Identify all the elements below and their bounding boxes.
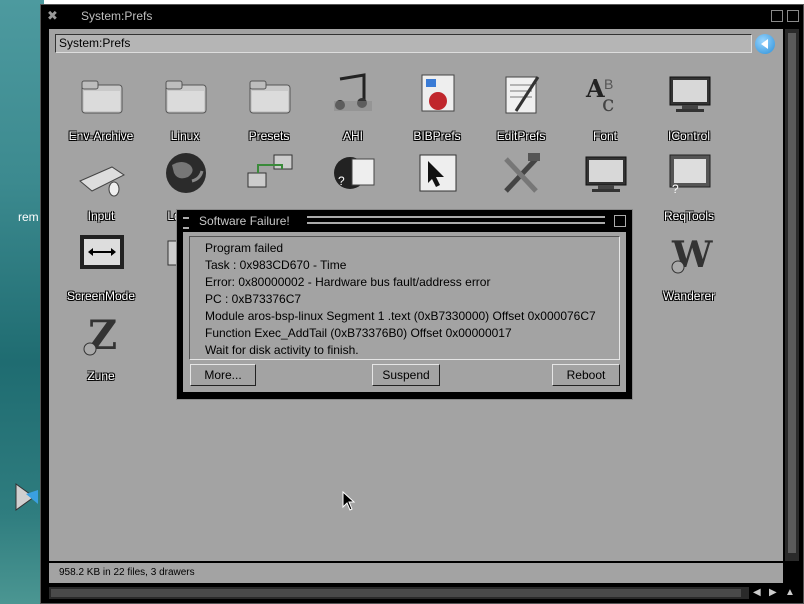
status-bar: 958.2 KB in 22 files, 3 drawers	[49, 563, 783, 583]
icon-label: Linux	[170, 129, 200, 143]
icon-label: ReqTools	[663, 209, 715, 223]
globe-icon	[166, 153, 206, 193]
software-failure-dialog: Software Failure! Program failed Task : …	[176, 209, 633, 400]
desktop-icon-label: rem	[18, 210, 39, 224]
message-line: Task : 0x983CD670 - Time	[205, 258, 347, 272]
scroll-left-icon[interactable]: ◀	[753, 587, 761, 598]
drawer-folder-icon	[249, 80, 291, 114]
drawer-icon[interactable]: EditPrefs	[479, 69, 563, 145]
icon-label: Wanderer	[662, 289, 716, 303]
title-stripe	[307, 222, 605, 224]
title-stripe	[307, 216, 605, 218]
drawer-icon[interactable]: IControl	[647, 69, 731, 145]
icon-label: Font	[592, 129, 617, 143]
drawer-folder-icon	[165, 80, 207, 114]
drawer-icon[interactable]: Ac B Font	[563, 69, 647, 145]
keyboard-mouse-icon	[79, 166, 125, 197]
svg-text:?: ?	[338, 174, 345, 188]
more-button[interactable]: More...	[190, 364, 256, 386]
monitor-icon	[669, 76, 711, 112]
drawer-icon[interactable]: W Wanderer	[647, 229, 731, 305]
icon-label: BIBPrefs	[413, 129, 461, 143]
screenmode-icon	[80, 235, 124, 269]
network-computers-icon	[247, 154, 293, 188]
horizontal-scroll-thumb[interactable]	[51, 589, 741, 597]
openurl-icon: ?	[334, 157, 375, 189]
depth-icon[interactable]	[787, 10, 799, 22]
scroll-up-icon[interactable]: ▲	[785, 587, 795, 598]
drawer-icon[interactable]: Linux	[143, 69, 227, 145]
dialog-title: Software Failure!	[199, 214, 290, 228]
suspend-button[interactable]: Suspend	[372, 364, 440, 386]
message-line: Wait for disk activity to finish.	[205, 343, 359, 357]
drawer-icon[interactable]: ? ReqTools	[647, 149, 731, 225]
drawer-icon[interactable]: Z Zune	[59, 309, 143, 385]
bib-prefs-icon	[421, 74, 455, 112]
zune-z-icon: Z	[83, 312, 117, 357]
svg-text:B: B	[604, 76, 613, 92]
window-title: System:Prefs	[81, 9, 153, 23]
dialog-body: Program failed Task : 0x983CD670 - Time …	[183, 232, 626, 392]
pointer-icon	[419, 154, 457, 192]
message-line: Function Exec_AddTail (0xB73376B0) Offse…	[205, 326, 512, 340]
icon-label: Input	[87, 209, 115, 223]
icon-label: Presets	[248, 129, 290, 143]
horizontal-scrollbar[interactable]	[49, 587, 749, 599]
icon-label: ScreenMode	[66, 289, 136, 303]
reboot-button[interactable]: Reboot	[552, 364, 620, 386]
font-letters-icon: AcB	[585, 74, 614, 117]
depth-icon[interactable]	[614, 215, 626, 227]
window-titlebar[interactable]: ✖ System:Prefs	[41, 5, 803, 27]
drag-handle-icon[interactable]	[183, 217, 189, 229]
error-message: Program failed Task : 0x983CD670 - Time …	[189, 236, 620, 360]
audio-notes-icon	[334, 73, 372, 111]
close-icon[interactable]: ✖	[47, 8, 58, 24]
icon-label: Env-Archive	[68, 129, 134, 143]
scroll-right-icon[interactable]: ▶	[769, 587, 777, 598]
vertical-scrollbar[interactable]	[785, 29, 799, 561]
reqtools-icon: ?	[669, 154, 711, 196]
message-line: PC : 0xB73376C7	[205, 292, 302, 306]
drawer-icon[interactable]: BIBPrefs	[395, 69, 479, 145]
drawer-icon[interactable]: AHI	[311, 69, 395, 145]
svg-text:c: c	[602, 92, 614, 117]
svg-text:?: ?	[672, 182, 679, 196]
message-line: Module aros-bsp-linux Segment 1 .text (0…	[205, 309, 596, 323]
desktop-arrow-icon[interactable]	[14, 482, 38, 512]
desktop-backdrop: rem	[0, 0, 44, 604]
vertical-scroll-thumb[interactable]	[788, 33, 796, 553]
icon-label: AHI	[342, 129, 363, 143]
path-field[interactable]: System:Prefs	[55, 34, 752, 53]
message-line: Program failed	[205, 241, 284, 255]
drawer-icon[interactable]: Presets	[227, 69, 311, 145]
message-line: Error: 0x80000002 - Hardware bus fault/a…	[205, 275, 491, 289]
zoom-icon[interactable]	[771, 10, 783, 22]
monitor-icon	[585, 156, 627, 192]
drawer-icon[interactable]: Input	[59, 149, 143, 225]
drawer-folder-icon	[81, 80, 123, 114]
icon-label: IControl	[667, 129, 711, 143]
edit-notepad-icon	[505, 76, 540, 114]
parent-drawer-button[interactable]	[755, 34, 775, 54]
printer-tools-icon	[504, 153, 540, 193]
mouse-pointer-icon	[342, 491, 356, 511]
wanderer-w-icon: W	[671, 234, 713, 276]
drawer-icon[interactable]: Env-Archive	[59, 69, 143, 145]
back-arrow-icon	[761, 39, 768, 49]
icon-label: Zune	[87, 369, 115, 383]
drawer-icon[interactable]: ScreenMode	[59, 229, 143, 305]
icon-label: EditPrefs	[496, 129, 546, 143]
